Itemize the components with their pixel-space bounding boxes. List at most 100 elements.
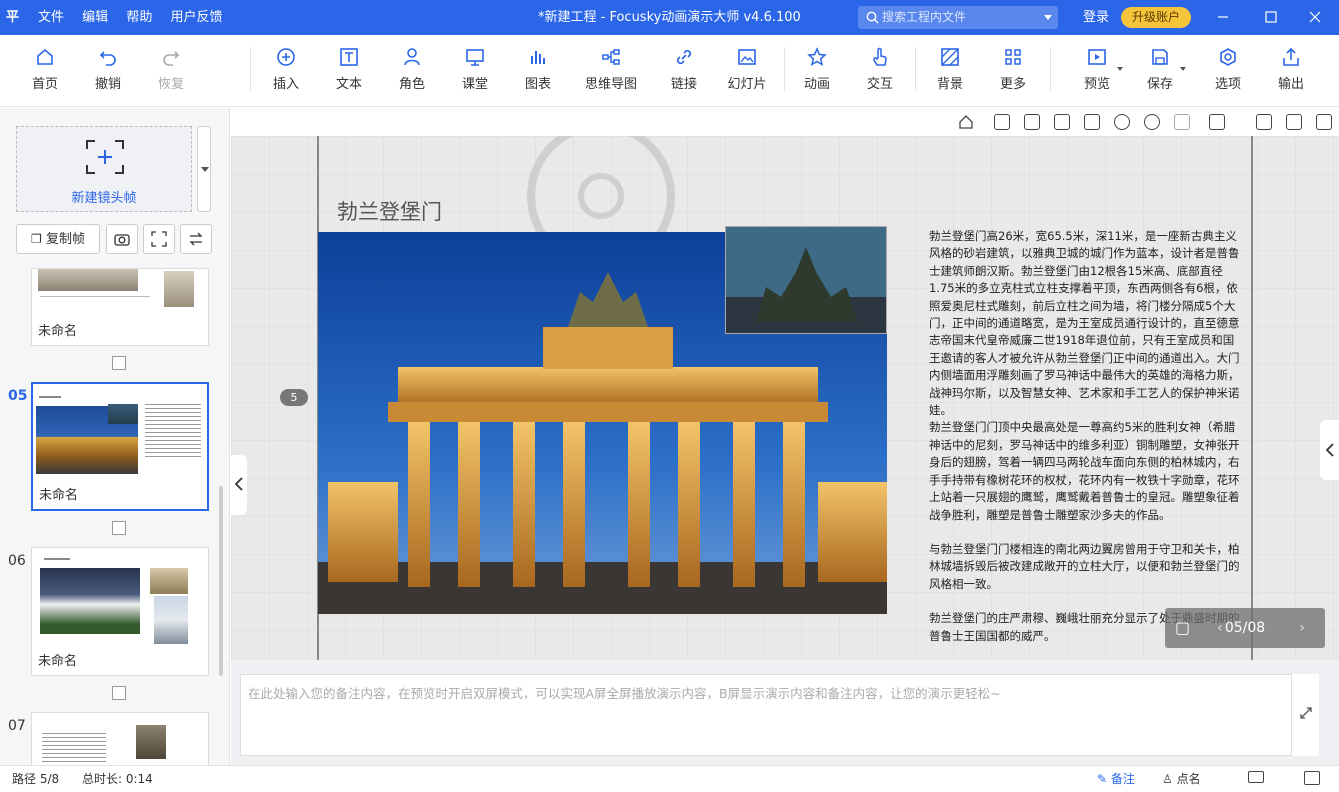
play-icon [1088,49,1106,65]
chevron-down-icon[interactable] [1117,67,1123,71]
slide-thumbnail-selected[interactable]: 未命名 [31,382,209,511]
chevron-down-icon[interactable] [1180,67,1186,71]
slide-thumbnail[interactable] [31,712,209,765]
insert-button[interactable]: 插入 [258,47,314,92]
screen-icon[interactable] [1248,771,1264,783]
align-icon[interactable] [1174,114,1190,130]
body-paragraph: 勃兰登堡门高26米，宽65.5米，深11米，是一座新古典主义风格的砂岩建筑，以雅… [929,229,1240,418]
sidebar-scrollbar[interactable] [219,486,223,676]
home-icon[interactable] [958,114,974,130]
chart-button[interactable]: 图表 [510,47,566,92]
upgrade-button[interactable]: 升级账户 [1121,7,1191,28]
slide-thumbnail[interactable]: 未命名 [31,268,209,346]
title-bar: 平 文件 编辑 帮助 用户反馈 *新建工程 - Focusky动画演示大师 v4… [0,0,1339,35]
expand-right-panel-button[interactable] [1320,420,1339,480]
camera-icon[interactable] [1256,114,1272,130]
new-frame-label: 新建镜头帧 [71,191,137,206]
zoom-out-icon[interactable] [1144,114,1160,130]
new-frame-dropdown[interactable] [197,126,211,212]
more-button[interactable]: 更多 [985,47,1041,92]
thumbnail-image [154,596,188,644]
thumbnail-title [44,558,70,560]
options-button[interactable]: 选项 [1200,47,1256,92]
role-button[interactable]: 角色 [384,47,440,92]
fit-frame-button[interactable] [143,224,175,254]
zoom-in-icon[interactable] [1114,114,1130,130]
maximize-icon[interactable] [1262,8,1280,26]
redo-label: 恢复 [157,77,184,92]
transition-icon[interactable] [112,521,126,535]
mindmap-button[interactable]: 思维导图 [576,47,646,92]
redo-button[interactable]: 恢复 [143,47,199,92]
search-input[interactable]: 搜索工程内文件 [858,6,1058,29]
next-icon[interactable]: › [1299,608,1305,648]
body-paragraph: 与勃兰登堡门门楼相连的南北两边翼房曾用于守卫和关卡，柏林城墙拆毁后被改建成敞开的… [929,541,1240,591]
output-button[interactable]: 输出 [1263,47,1319,92]
slideshow-button[interactable]: 幻灯片 [719,47,775,92]
transition-icon[interactable] [112,356,126,370]
quadriga-photo[interactable] [725,226,887,334]
slide-title[interactable]: 勃兰登堡门 [337,196,442,226]
menu-bar: 文件 编辑 帮助 用户反馈 [38,0,236,35]
role-label: 角色 [398,77,425,92]
link-button[interactable]: 链接 [656,47,712,92]
frame-pager[interactable]: ▢ ‹ 05/08 › [1165,608,1325,648]
chevron-down-icon[interactable] [1044,15,1052,20]
slideshow-label: 幻灯片 [727,77,767,92]
undo-label: 撤销 [94,77,121,92]
toolbar-divider [1050,47,1051,91]
screenshot-button[interactable] [106,224,138,254]
notes-expand[interactable] [1291,674,1319,756]
background-icon [941,48,959,66]
rotate-right-icon[interactable] [1024,114,1040,130]
animation-button[interactable]: 动画 [789,47,845,92]
edit-frame-icon[interactable] [1286,114,1302,130]
screen-icon[interactable]: ▢ [1175,608,1190,648]
chevron-left-icon [234,477,243,491]
classroom-button[interactable]: 课堂 [447,47,503,92]
hand-pointer-icon [873,47,887,66]
login-button[interactable]: 登录 [1083,0,1109,35]
window-icon[interactable] [1304,771,1320,785]
editor-canvas[interactable]: 5 勃兰登堡门 勃兰登堡门高26米，宽65.5米，深11米，是一座新古典主义风格… [231,108,1339,660]
prev-icon[interactable]: ‹ [1217,608,1223,648]
rollcall-button[interactable]: ♙ 点名 [1162,766,1201,792]
slide-number: 05 [8,388,28,404]
new-frame-button[interactable]: 新建镜头帧 [16,126,192,212]
menu-help[interactable]: 帮助 [126,10,152,25]
chevron-left-icon [1325,443,1334,457]
rotate-left-icon[interactable] [994,114,1010,130]
thumbnail-image [164,271,194,307]
close-icon[interactable] [1306,8,1324,26]
slide-thumbnail[interactable]: 未命名 [31,547,209,676]
menu-file[interactable]: 文件 [38,10,64,25]
thumbnail-image [136,725,166,759]
lock-icon[interactable] [1209,114,1225,130]
undo-button[interactable]: 撤销 [80,47,136,92]
mindmap-icon [602,49,620,65]
text-button[interactable]: 文本 [321,47,377,92]
path-badge[interactable]: 5 [280,389,308,406]
slide-number: 06 [8,553,26,569]
menu-feedback[interactable]: 用户反馈 [170,10,222,25]
paste-icon[interactable] [1084,114,1100,130]
background-button[interactable]: 背景 [922,47,978,92]
crop-icon[interactable] [1316,114,1332,130]
notes-input[interactable]: 在此处输入您的备注内容，在预览时开启双屏模式，可以实现A屏全屏播放演示内容，B屏… [240,674,1312,756]
slide-body-text[interactable]: 勃兰登堡门高26米，宽65.5米，深11米，是一座新古典主义风格的砂岩建筑，以雅… [929,228,1241,645]
copy-frame-button[interactable]: ❐ 复制帧 [16,224,100,254]
app-logo: 平 [6,10,20,25]
interaction-button[interactable]: 交互 [852,47,908,92]
menu-edit[interactable]: 编辑 [82,10,108,25]
thumbnail-image [40,568,140,634]
collapse-sidebar-button[interactable] [231,455,247,515]
home-button[interactable]: 首页 [17,47,73,92]
redo-icon [163,51,180,66]
swap-button[interactable] [180,224,212,254]
search-icon [866,11,879,24]
minimize-icon[interactable] [1214,8,1232,26]
copy-icon[interactable] [1054,114,1070,130]
window-title: *新建工程 - Focusky动画演示大师 v4.6.100 [538,10,801,25]
transition-icon[interactable] [112,686,126,700]
notes-toggle[interactable]: ✎ 备注 [1097,766,1135,792]
